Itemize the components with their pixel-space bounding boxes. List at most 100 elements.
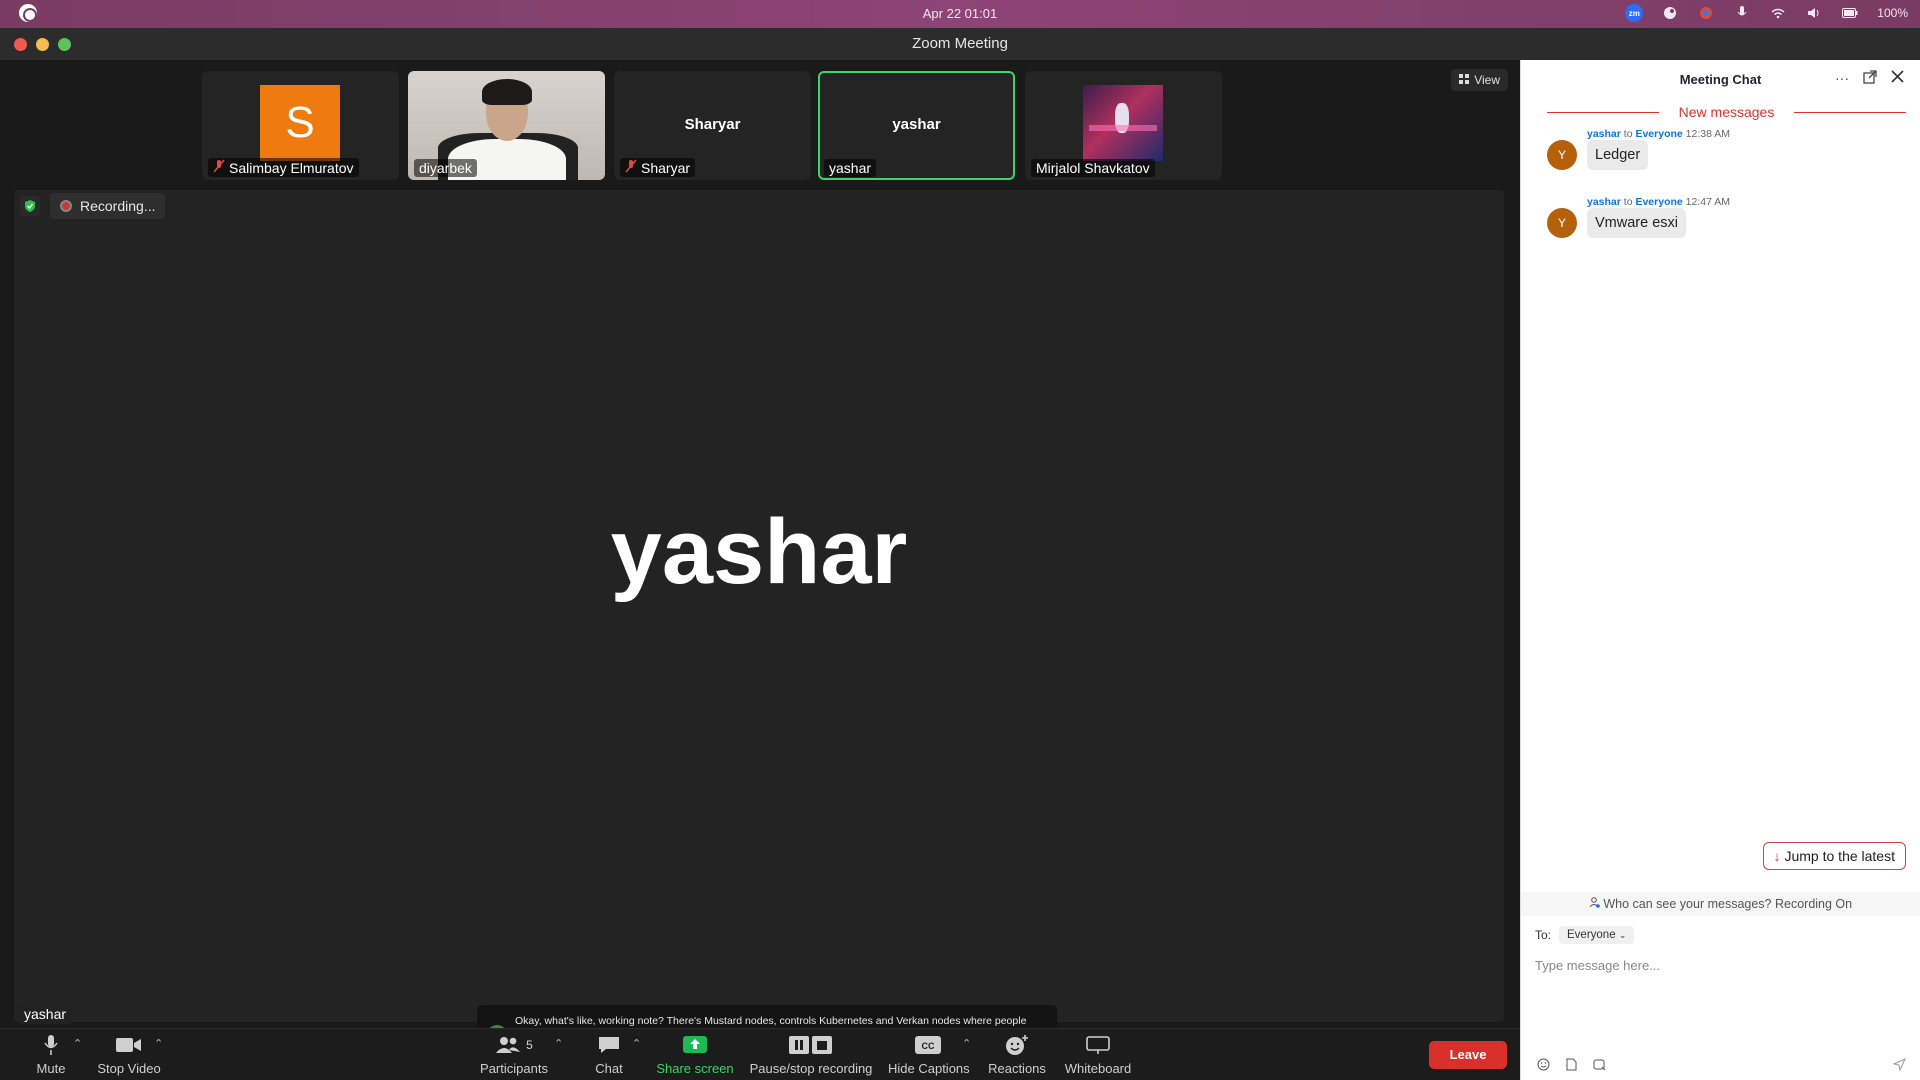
new-messages-label: New messages: [1678, 104, 1775, 120]
to-label: To:: [1535, 928, 1552, 942]
battery-icon[interactable]: [1841, 4, 1859, 22]
message-text: Vmware esxi: [1587, 208, 1686, 238]
system-top-bar: Apr 22 01:01 zm 100%: [0, 0, 1920, 28]
muted-mic-icon: [625, 159, 637, 176]
avatar: Y: [1547, 140, 1577, 170]
chat-input-tools: [1537, 1058, 1606, 1074]
svg-text:CC: CC: [922, 1041, 935, 1051]
emoji-icon[interactable]: [1537, 1058, 1550, 1074]
participants-icon: 5: [478, 1033, 550, 1057]
reactions-button[interactable]: Reactions: [988, 1033, 1046, 1076]
leave-button[interactable]: Leave: [1429, 1041, 1507, 1069]
chevron-down-icon: ⌄: [1618, 930, 1627, 940]
closed-captions-icon: CC: [888, 1033, 968, 1057]
participant-name-label: yashar: [824, 159, 877, 177]
avatar: Y: [1547, 208, 1577, 238]
video-camera-icon: [96, 1033, 162, 1057]
record-icon: [60, 200, 72, 212]
whiteboard-button[interactable]: Whiteboard: [1064, 1033, 1132, 1076]
meeting-toolbar: Mute ⌃ Stop Video ⌃ 5 Participants ⌃ Cha…: [0, 1028, 1520, 1080]
share-screen-button[interactable]: Share screen: [656, 1033, 734, 1076]
hide-captions-button[interactable]: CC Hide Captions: [888, 1033, 970, 1076]
recipient-row: To: Everyone ⌄: [1535, 926, 1635, 944]
participant-name: Sharyar: [641, 159, 691, 176]
battery-percent: 100%: [1877, 6, 1908, 20]
share-screen-icon: [656, 1033, 734, 1057]
audio-options-chevron-icon[interactable]: ⌃: [73, 1037, 82, 1050]
send-icon[interactable]: [1892, 1057, 1907, 1074]
recipient-dropdown[interactable]: Everyone ⌄: [1559, 926, 1635, 944]
chat-button[interactable]: Chat: [592, 1033, 626, 1076]
muted-mic-icon: [213, 159, 225, 176]
participant-video: [1083, 85, 1163, 161]
participants-button[interactable]: 5 Participants: [478, 1033, 550, 1076]
jump-to-latest-button[interactable]: ↓ Jump to the latest: [1762, 842, 1906, 870]
participant-tile[interactable]: S Salimbay Elmuratov: [202, 71, 399, 180]
microphone-icon: [28, 1033, 74, 1057]
speaker-name: yashar: [610, 501, 908, 603]
wifi-icon[interactable]: [1769, 4, 1787, 22]
volume-icon[interactable]: [1805, 4, 1823, 22]
stop-video-button[interactable]: Stop Video: [96, 1033, 162, 1076]
participant-name: Mirjalol Shavkatov: [1036, 160, 1150, 176]
person-info-icon: [1589, 897, 1603, 911]
participant-tile-active-speaker[interactable]: yashar yashar: [818, 71, 1015, 180]
view-button[interactable]: View: [1451, 69, 1508, 91]
captions-options-chevron-icon[interactable]: ⌃: [962, 1037, 971, 1050]
participant-name-label: Sharyar: [620, 158, 696, 177]
message-meta: yashar to Everyone 12:38 AM: [1587, 128, 1731, 140]
chat-message[interactable]: yashar to Everyone 12:47 AM Y Vmware esx…: [1547, 196, 1906, 246]
whiteboard-icon: [1064, 1033, 1132, 1057]
chrome-tray-icon[interactable]: [1697, 4, 1715, 22]
file-icon[interactable]: [1566, 1058, 1577, 1074]
more-options-icon[interactable]: ···: [1835, 70, 1849, 87]
participant-tile[interactable]: diyarbek: [408, 71, 605, 180]
meeting-chat-panel: Meeting Chat ··· New messages yashar to …: [1520, 60, 1920, 1080]
message-text: Ledger: [1587, 140, 1649, 170]
chat-options-chevron-icon[interactable]: ⌃: [632, 1037, 641, 1050]
window-title: Zoom Meeting: [912, 35, 1008, 52]
mute-button[interactable]: Mute: [28, 1033, 74, 1076]
chat-message[interactable]: yashar to Everyone 12:38 AM Y Ledger: [1547, 128, 1906, 178]
security-shield-icon[interactable]: [20, 196, 40, 216]
participants-count: 5: [526, 1038, 533, 1052]
arrow-down-icon: ↓: [1773, 848, 1781, 864]
screenshot-icon[interactable]: [1593, 1058, 1606, 1074]
chat-message-input[interactable]: [1535, 958, 1895, 973]
recording-label: Recording...: [80, 198, 156, 214]
message-visibility-info[interactable]: Who can see your messages? Recording On: [1521, 892, 1920, 916]
steam-tray-icon[interactable]: [1661, 4, 1679, 22]
microphone-tray-icon[interactable]: [1733, 4, 1751, 22]
pause-stop-icon: [748, 1033, 874, 1057]
participant-name: Salimbay Elmuratov: [229, 159, 354, 176]
meeting-area: S Salimbay Elmuratov diyarbek Sharyar Sh…: [0, 60, 1520, 1069]
participant-name: diyarbek: [419, 160, 472, 176]
participant-name-label: Mirjalol Shavkatov: [1031, 159, 1155, 177]
new-messages-divider: New messages: [1547, 104, 1906, 120]
window-title-bar: Zoom Meeting: [0, 28, 1920, 60]
pop-out-icon[interactable]: [1863, 70, 1877, 87]
participant-name-label: Salimbay Elmuratov: [208, 158, 359, 177]
pause-stop-recording-button[interactable]: Pause/stop recording: [748, 1033, 874, 1076]
active-speaker-stage: Recording... yashar Y Okay, what's like,…: [14, 190, 1504, 1069]
message-meta: yashar to Everyone 12:47 AM: [1587, 196, 1731, 208]
participant-name-label: diyarbek: [414, 159, 477, 177]
video-options-chevron-icon[interactable]: ⌃: [154, 1037, 163, 1050]
chat-header-actions: ···: [1835, 70, 1904, 87]
chat-bubble-icon: [592, 1033, 626, 1057]
grid-icon: [1459, 73, 1470, 87]
participant-center-name: Sharyar: [684, 116, 741, 133]
close-icon[interactable]: [1891, 70, 1904, 87]
system-tray: zm 100%: [1625, 4, 1908, 22]
participant-tile[interactable]: Sharyar Sharyar: [614, 71, 811, 180]
view-label: View: [1474, 73, 1500, 87]
avatar: S: [260, 85, 340, 161]
stage-name-tag: yashar: [18, 1004, 73, 1024]
participant-name: yashar: [829, 160, 872, 176]
smiley-plus-icon: [988, 1033, 1046, 1057]
participant-tile[interactable]: Mirjalol Shavkatov: [1025, 71, 1222, 180]
zoom-tray-icon[interactable]: zm: [1625, 4, 1644, 22]
participants-options-chevron-icon[interactable]: ⌃: [554, 1037, 563, 1050]
participant-center-name: yashar: [892, 116, 941, 133]
recording-indicator[interactable]: Recording...: [50, 193, 166, 219]
